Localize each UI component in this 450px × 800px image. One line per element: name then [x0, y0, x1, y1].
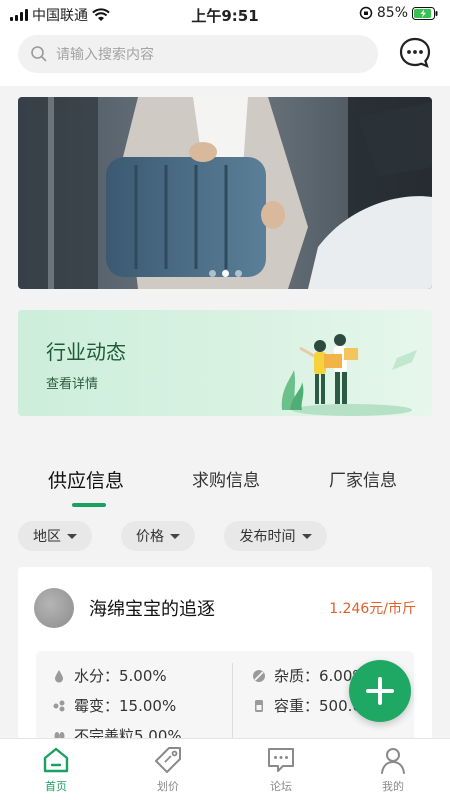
search-input[interactable]: 请输入搜索内容	[18, 35, 378, 73]
header: 请输入搜索内容	[0, 28, 450, 86]
status-bar: 中国联通 上午9:51 85%	[0, 0, 450, 28]
price-tag-icon	[155, 747, 181, 773]
carousel-dot[interactable]	[234, 270, 242, 277]
nav-item-home[interactable]: 首页	[26, 745, 86, 794]
listing-price: 1.246元/市斤	[329, 601, 416, 617]
tab-manufacturer[interactable]: 厂家信息	[329, 466, 397, 491]
forum-icon	[268, 748, 294, 772]
nav-label-profile: 我的	[382, 780, 404, 793]
caret-down-icon	[170, 533, 180, 539]
nav-label-home: 首页	[45, 780, 67, 793]
nav-label-price: 划价	[157, 780, 179, 793]
people-map-illustration	[281, 334, 417, 416]
status-right: 85%	[359, 5, 438, 21]
carousel-dot[interactable]	[208, 270, 216, 277]
tab-purchase[interactable]: 求购信息	[192, 466, 260, 491]
container-icon	[255, 699, 263, 712]
tab-supply[interactable]: 供应信息	[48, 466, 124, 493]
filter-price-label: 价格	[136, 529, 164, 545]
industry-news-title: 行业动态	[46, 340, 126, 364]
plus-icon	[366, 677, 394, 705]
nav-item-profile[interactable]: 我的	[363, 745, 423, 794]
filter-region[interactable]: 地区	[18, 521, 92, 551]
banner-image	[18, 97, 432, 289]
spec-moisture: 水分：5.00%	[52, 665, 167, 686]
industry-news-link[interactable]: 查看详情	[46, 373, 98, 392]
nav-item-forum[interactable]: 论坛	[251, 745, 311, 794]
bottom-nav: 首页 划价 论坛 我的	[0, 738, 450, 800]
carousel-indicator	[18, 270, 432, 277]
battery-percent: 85%	[376, 5, 408, 21]
banner-carousel[interactable]	[18, 97, 432, 289]
add-post-button[interactable]	[349, 660, 411, 722]
search-placeholder: 请输入搜索内容	[56, 47, 154, 63]
seller-name: 海绵宝宝的追逐	[89, 599, 215, 620]
spec-mildew-text: 霉变：15.00%	[74, 697, 177, 715]
filter-region-label: 地区	[33, 529, 61, 545]
caret-down-icon	[67, 533, 77, 539]
home-icon	[43, 747, 69, 773]
industry-news-card[interactable]: 行业动态 查看详情	[18, 310, 432, 416]
water-drop-icon	[55, 669, 63, 682]
filter-price[interactable]: 价格	[121, 521, 195, 551]
impurity-icon	[253, 669, 265, 682]
nav-label-forum: 论坛	[270, 780, 292, 793]
caret-down-icon	[301, 533, 312, 539]
user-icon	[381, 748, 405, 774]
nav-item-price[interactable]: 划价	[138, 745, 198, 794]
mildew-icon	[53, 700, 65, 711]
carousel-dot-active[interactable]	[221, 270, 229, 277]
filter-publish-time[interactable]: 发布时间	[224, 521, 327, 551]
active-tab-indicator	[72, 503, 106, 507]
chat-bubble-icon[interactable]	[398, 36, 432, 70]
filter-publish-time-label: 发布时间	[239, 529, 296, 545]
spec-mildew: 霉变：15.00%	[52, 695, 176, 716]
orientation-lock-icon	[359, 6, 373, 20]
info-tabs: 供应信息 求购信息 厂家信息	[0, 458, 450, 510]
battery-charging-icon	[412, 6, 438, 20]
search-icon	[31, 46, 47, 62]
avatar	[34, 588, 74, 628]
spec-moisture-text: 水分：5.00%	[74, 667, 167, 685]
